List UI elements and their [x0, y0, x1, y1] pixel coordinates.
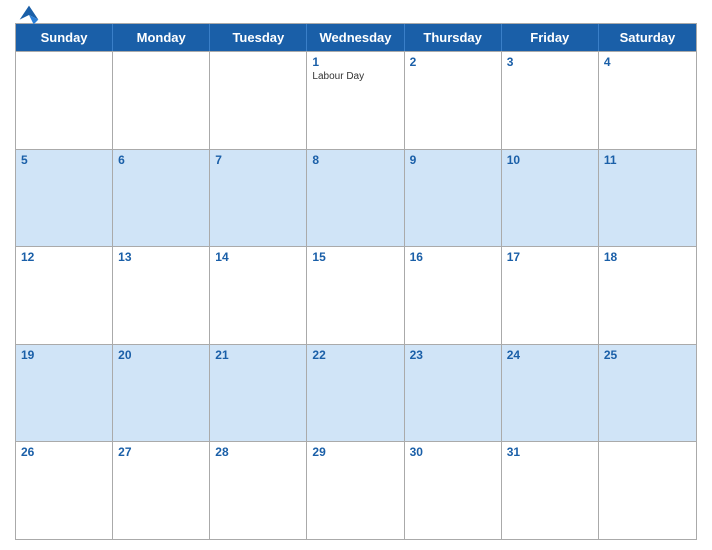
- day-number: 12: [21, 250, 107, 264]
- week-row-1: 1 Labour Day 234: [16, 51, 696, 149]
- week-row-3: 12 13 14 15 16 17 18: [16, 246, 696, 344]
- day-cell-10: 10: [502, 150, 599, 247]
- day-number: 22: [312, 348, 398, 362]
- calendar-grid: SundayMondayTuesdayWednesdayThursdayFrid…: [15, 23, 697, 540]
- day-number: 27: [118, 445, 204, 459]
- day-cell-7: 7: [210, 150, 307, 247]
- day-cell-17: 17: [502, 247, 599, 344]
- day-cell-15: 15: [307, 247, 404, 344]
- day-number: 5: [21, 153, 107, 167]
- day-cell-empty: [113, 52, 210, 149]
- weeks-container: 1Labour Day23456789101112131415161718192…: [16, 51, 696, 539]
- day-number: 6: [118, 153, 204, 167]
- day-number: 1: [312, 55, 398, 69]
- calendar-header: [15, 10, 697, 23]
- day-headers-row: SundayMondayTuesdayWednesdayThursdayFrid…: [16, 24, 696, 51]
- day-cell-8: 8: [307, 150, 404, 247]
- day-number: 21: [215, 348, 301, 362]
- day-cell-14: 14: [210, 247, 307, 344]
- day-header-tuesday: Tuesday: [210, 24, 307, 51]
- holiday-label: Labour Day: [312, 71, 398, 82]
- day-header-friday: Friday: [502, 24, 599, 51]
- logo: [15, 1, 46, 29]
- day-cell-18: 18: [599, 247, 696, 344]
- day-number: 14: [215, 250, 301, 264]
- day-number: 13: [118, 250, 204, 264]
- day-number: 17: [507, 250, 593, 264]
- day-cell-19: 19: [16, 345, 113, 442]
- week-row-5: 26 27 28 29 30 31: [16, 441, 696, 539]
- day-number: 30: [410, 445, 496, 459]
- day-number: 3: [507, 55, 593, 69]
- day-cell-24: 24: [502, 345, 599, 442]
- day-number: 25: [604, 348, 691, 362]
- day-number: 28: [215, 445, 301, 459]
- day-number: 2: [410, 55, 496, 69]
- day-cell-empty: [210, 52, 307, 149]
- day-number: 15: [312, 250, 398, 264]
- day-number: 16: [410, 250, 496, 264]
- day-header-thursday: Thursday: [405, 24, 502, 51]
- day-cell-21: 21: [210, 345, 307, 442]
- day-number: 10: [507, 153, 593, 167]
- day-cell-11: 11: [599, 150, 696, 247]
- day-number: 4: [604, 55, 691, 69]
- day-number: 26: [21, 445, 107, 459]
- day-cell-4: 4: [599, 52, 696, 149]
- day-number: 18: [604, 250, 691, 264]
- day-cell-22: 22: [307, 345, 404, 442]
- week-row-4: 19 20 21 22 23 24 25: [16, 344, 696, 442]
- day-number: 19: [21, 348, 107, 362]
- day-header-monday: Monday: [113, 24, 210, 51]
- day-cell-23: 23: [405, 345, 502, 442]
- day-header-wednesday: Wednesday: [307, 24, 404, 51]
- day-number: 8: [312, 153, 398, 167]
- day-number: 29: [312, 445, 398, 459]
- day-cell-28: 28: [210, 442, 307, 539]
- day-cell-5: 5: [16, 150, 113, 247]
- day-cell-3: 3: [502, 52, 599, 149]
- day-cell-empty: [16, 52, 113, 149]
- day-cell-13: 13: [113, 247, 210, 344]
- day-header-saturday: Saturday: [599, 24, 696, 51]
- day-number: 11: [604, 153, 691, 167]
- day-number: 24: [507, 348, 593, 362]
- day-cell-empty: [599, 442, 696, 539]
- day-cell-27: 27: [113, 442, 210, 539]
- day-cell-26: 26: [16, 442, 113, 539]
- day-cell-1: 1 Labour Day: [307, 52, 404, 149]
- day-cell-31: 31: [502, 442, 599, 539]
- day-number: 20: [118, 348, 204, 362]
- day-cell-20: 20: [113, 345, 210, 442]
- day-cell-16: 16: [405, 247, 502, 344]
- day-cell-25: 25: [599, 345, 696, 442]
- day-cell-6: 6: [113, 150, 210, 247]
- day-number: 31: [507, 445, 593, 459]
- day-number: 23: [410, 348, 496, 362]
- day-cell-12: 12: [16, 247, 113, 344]
- day-number: 7: [215, 153, 301, 167]
- day-cell-30: 30: [405, 442, 502, 539]
- day-number: 9: [410, 153, 496, 167]
- week-row-2: 56789 10 11: [16, 149, 696, 247]
- logo-icon: [15, 1, 43, 29]
- day-cell-29: 29: [307, 442, 404, 539]
- day-cell-9: 9: [405, 150, 502, 247]
- day-cell-2: 2: [405, 52, 502, 149]
